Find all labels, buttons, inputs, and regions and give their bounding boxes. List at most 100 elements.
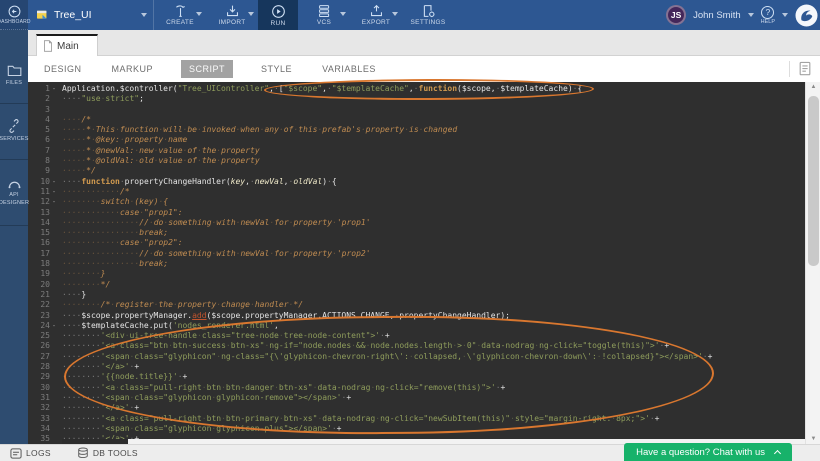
vertical-scrollbar[interactable]: ▲ ▼ <box>805 82 820 444</box>
code-line[interactable]: 28········'</a>'·+ <box>28 362 805 372</box>
import-button[interactable]: IMPORT <box>206 0 258 30</box>
vcs-button[interactable]: VCS <box>298 0 350 30</box>
sidebar-item-dashboard[interactable]: DASHBOARD <box>0 0 28 30</box>
line-number[interactable]: 4 <box>28 115 50 125</box>
tab-main[interactable]: Main <box>36 34 98 56</box>
chevron-down-icon[interactable] <box>748 13 754 17</box>
tab-variables[interactable]: VARIABLES <box>320 60 378 78</box>
line-number[interactable]: 5 <box>28 125 50 135</box>
code-line[interactable]: 10-····function·propertyChangeHandler(ke… <box>28 177 805 187</box>
line-number[interactable]: 34 <box>28 424 50 434</box>
line-number[interactable]: 24 <box>28 321 50 331</box>
code-line[interactable]: 2····"use·strict"; <box>28 94 805 104</box>
fold-marker-icon[interactable]: - <box>50 197 58 207</box>
code-line[interactable]: 26········'<a·class="btn·btn-success·btn… <box>28 341 805 351</box>
line-number[interactable]: 3 <box>28 105 50 115</box>
create-button[interactable]: CREATE <box>154 0 206 30</box>
code-line[interactable]: 31········'<span·class="glyphicon·glyphi… <box>28 393 805 403</box>
code-line[interactable]: 29········'{{node.title}}'·+ <box>28 372 805 382</box>
line-number[interactable]: 13 <box>28 208 50 218</box>
line-number[interactable]: 15 <box>28 228 50 238</box>
code-line[interactable]: 27········'<span·class="glyphicon"·ng-cl… <box>28 352 805 362</box>
export-button[interactable]: EXPORT <box>350 0 402 30</box>
code-line[interactable]: 30········'<a·class="pull-right·btn·btn-… <box>28 383 805 393</box>
db-tools-button[interactable]: DB TOOLS <box>77 447 138 459</box>
code-line[interactable]: 19········} <box>28 269 805 279</box>
settings-button[interactable]: SETTINGS <box>402 0 454 30</box>
code-line[interactable]: 23····$scope.propertyManager.add($scope.… <box>28 311 805 321</box>
line-number[interactable]: 22 <box>28 300 50 310</box>
user-name[interactable]: John Smith <box>693 10 741 21</box>
code-line[interactable]: 18················break; <box>28 259 805 269</box>
line-number[interactable]: 33 <box>28 414 50 424</box>
code-line[interactable]: 20········*/ <box>28 280 805 290</box>
code-line[interactable]: 14················//·do·something·with·n… <box>28 218 805 228</box>
code-line[interactable]: 8·····*·@oldVal:·old·value·of·the·proper… <box>28 156 805 166</box>
code-line[interactable]: 13············case·"prop1": <box>28 208 805 218</box>
format-code-icon[interactable] <box>798 61 812 77</box>
line-number[interactable]: 8 <box>28 156 50 166</box>
code-line[interactable]: 1-Application.$controller("Tree_UIContro… <box>28 84 805 94</box>
code-line[interactable]: 25········'<div·ui-tree-handle·class="tr… <box>28 331 805 341</box>
code-line[interactable]: 7·····*·@newVal:·new·value·of·the·proper… <box>28 146 805 156</box>
fold-marker-icon[interactable]: - <box>50 321 58 331</box>
tab-script[interactable]: SCRIPT <box>181 60 233 78</box>
line-number[interactable]: 30 <box>28 383 50 393</box>
tab-style[interactable]: STYLE <box>259 60 294 78</box>
logs-button[interactable]: LOGS <box>10 448 51 459</box>
fold-marker-icon[interactable]: - <box>50 177 58 187</box>
line-number[interactable]: 7 <box>28 146 50 156</box>
line-number[interactable]: 20 <box>28 280 50 290</box>
code-line[interactable]: 21····} <box>28 290 805 300</box>
code-editor[interactable]: 1-Application.$controller("Tree_UIContro… <box>28 82 805 444</box>
sidebar-item-files[interactable]: FILES <box>0 48 28 104</box>
line-number[interactable]: 14 <box>28 218 50 228</box>
line-number[interactable]: 23 <box>28 311 50 321</box>
user-avatar[interactable]: JS <box>666 5 686 25</box>
line-number[interactable]: 17 <box>28 249 50 259</box>
line-number[interactable]: 26 <box>28 341 50 351</box>
line-number[interactable]: 31 <box>28 393 50 403</box>
line-number[interactable]: 28 <box>28 362 50 372</box>
help-button[interactable]: ? HELP <box>761 6 775 25</box>
fold-marker-icon[interactable]: - <box>50 187 58 197</box>
fold-marker-icon[interactable]: - <box>50 84 58 94</box>
tab-markup[interactable]: MARKUP <box>110 60 156 78</box>
wavemaker-logo[interactable] <box>795 4 818 27</box>
code-line[interactable]: 16············case·"prop2": <box>28 238 805 248</box>
scroll-up-arrow-icon[interactable]: ▲ <box>806 82 820 92</box>
line-number[interactable]: 19 <box>28 269 50 279</box>
vertical-scrollbar-thumb[interactable] <box>808 96 819 266</box>
line-number[interactable]: 9 <box>28 166 50 176</box>
code-line[interactable]: 4····/* <box>28 115 805 125</box>
line-number[interactable]: 12 <box>28 197 50 207</box>
scroll-down-arrow-icon[interactable]: ▼ <box>806 434 820 444</box>
sidebar-item-api-designer[interactable]: API DESIGNER <box>0 160 28 226</box>
code-line[interactable]: 3 <box>28 105 805 115</box>
code-line[interactable]: 22········/*·register·the·property·chang… <box>28 300 805 310</box>
code-line[interactable]: 9·····*/ <box>28 166 805 176</box>
code-line[interactable]: 11-············/* <box>28 187 805 197</box>
code-line[interactable]: 34········'<span·class="glyphicon·glyphi… <box>28 424 805 434</box>
code-line[interactable]: 5·····*·This·function·will·be·invoked·wh… <box>28 125 805 135</box>
line-number[interactable]: 32 <box>28 403 50 413</box>
code-line[interactable]: 33········'<a·class="pull-right·btn·btn-… <box>28 414 805 424</box>
chevron-down-icon[interactable] <box>782 13 788 17</box>
project-selector[interactable]: Tree_UI <box>28 0 154 30</box>
line-number[interactable]: 2 <box>28 94 50 104</box>
code-line[interactable]: 24-····$templateCache.put('nodes_rendere… <box>28 321 805 331</box>
code-line[interactable]: 32········'</a>'·+ <box>28 403 805 413</box>
line-number[interactable]: 10 <box>28 177 50 187</box>
line-number[interactable]: 27 <box>28 352 50 362</box>
code-line[interactable]: 6·····*·@key:·property·name <box>28 135 805 145</box>
line-number[interactable]: 6 <box>28 135 50 145</box>
line-number[interactable]: 29 <box>28 372 50 382</box>
line-number[interactable]: 25 <box>28 331 50 341</box>
tab-design[interactable]: DESIGN <box>42 60 84 78</box>
code-line[interactable]: 12-········switch·(key)·{ <box>28 197 805 207</box>
line-number[interactable]: 11 <box>28 187 50 197</box>
line-number[interactable]: 18 <box>28 259 50 269</box>
line-number[interactable]: 21 <box>28 290 50 300</box>
run-button[interactable]: RUN <box>258 0 298 30</box>
line-number[interactable]: 1 <box>28 84 50 94</box>
